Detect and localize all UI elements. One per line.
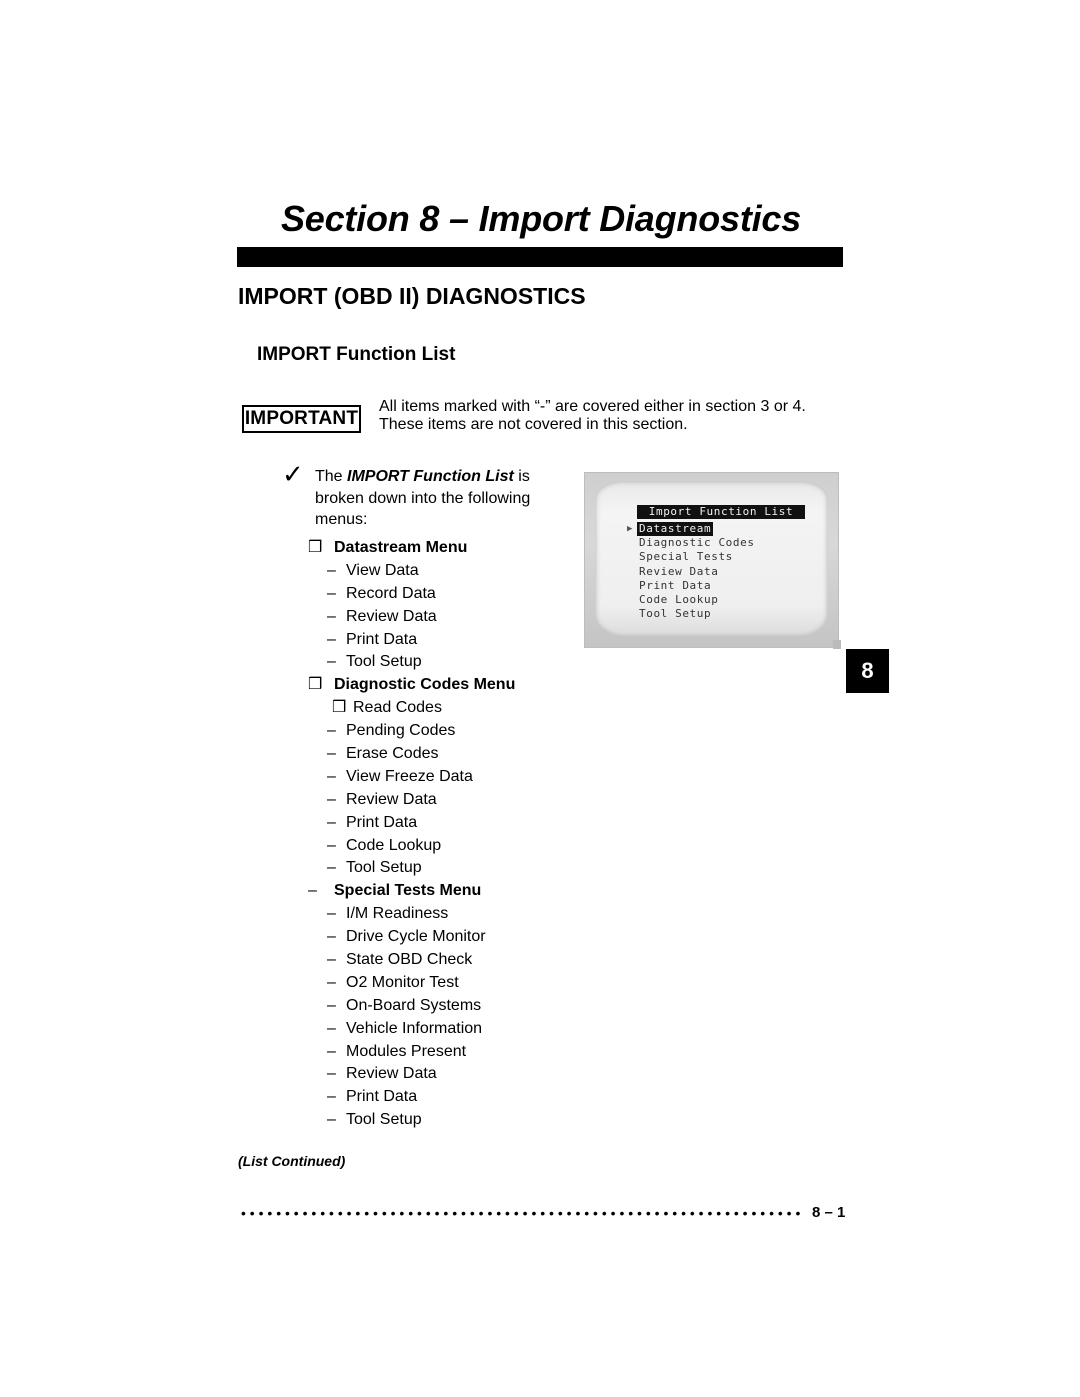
list-item-label: Code Lookup bbox=[346, 836, 442, 854]
dash-bullet-icon: – bbox=[327, 1019, 336, 1037]
dash-bullet-icon: – bbox=[327, 928, 336, 946]
dash-bullet-icon: – bbox=[327, 561, 336, 579]
list-item-label: Review Data bbox=[346, 1065, 437, 1083]
dash-bullet-icon: – bbox=[327, 767, 336, 785]
list-item-label: Tool Setup bbox=[346, 653, 422, 671]
page-number: 8 – 1 bbox=[812, 1204, 846, 1221]
list-item-label: Diagnostic Codes Menu bbox=[334, 676, 516, 694]
checkbox-bullet-icon: ❒ bbox=[308, 539, 323, 556]
list-continued-note: (List Continued) bbox=[238, 1153, 346, 1169]
list-item-label: Record Data bbox=[346, 584, 436, 602]
important-note-line-2: These items are not covered in this sect… bbox=[379, 416, 688, 433]
list-item-label: I/M Readiness bbox=[346, 905, 449, 923]
lcd-menu-item: Code Lookup bbox=[639, 593, 719, 606]
section-tab-badge: 8 bbox=[846, 649, 889, 693]
dash-bullet-icon: – bbox=[327, 1065, 336, 1083]
dash-bullet-icon: – bbox=[327, 996, 336, 1014]
list-item-label: On-Board Systems bbox=[346, 996, 482, 1014]
list-item-label: Print Data bbox=[346, 630, 418, 648]
list-item-label: Pending Codes bbox=[346, 722, 456, 740]
list-item-label: Special Tests Menu bbox=[334, 882, 482, 900]
important-note: All items marked with “-” are covered ei… bbox=[379, 398, 806, 434]
list-item-label: State OBD Check bbox=[346, 951, 473, 969]
subheading: IMPORT Function List bbox=[257, 344, 456, 365]
intro-prefix: The bbox=[315, 468, 348, 485]
dash-bullet-icon: – bbox=[327, 1042, 336, 1060]
lcd-menu-item: Review Data bbox=[639, 564, 719, 578]
lcd-menu-item: Special Tests bbox=[639, 550, 733, 564]
list-item-label: Tool Setup bbox=[346, 1111, 422, 1129]
section-title: Section 8 – Import Diagnostics bbox=[280, 198, 802, 239]
list-item-label: Erase Codes bbox=[346, 745, 439, 763]
important-badge: IMPORTANT bbox=[242, 405, 361, 433]
dash-bullet-icon: – bbox=[327, 722, 336, 740]
lcd-menu-item: Print Data bbox=[639, 578, 712, 592]
page-heading: IMPORT (OBD II) DIAGNOSTICS bbox=[238, 283, 586, 309]
dash-bullet-icon: – bbox=[327, 653, 336, 671]
intro-paragraph: The IMPORT Function List is broken down … bbox=[315, 466, 565, 531]
important-note-line-1: All items marked with “-” are covered ei… bbox=[379, 398, 806, 415]
dash-bullet-icon: – bbox=[327, 813, 336, 831]
title-rule bbox=[237, 247, 843, 267]
lcd-menu-item: Tool Setup bbox=[639, 607, 712, 621]
intro-emphasis: IMPORT Function List bbox=[347, 468, 514, 485]
list-item-label: Review Data bbox=[346, 790, 437, 808]
dash-bullet-icon: – bbox=[327, 745, 336, 763]
dash-bullet-icon: – bbox=[308, 882, 317, 900]
checkbox-bullet-icon: ❒ bbox=[332, 699, 347, 717]
dash-bullet-icon: – bbox=[327, 630, 336, 648]
tab-marker-shadow bbox=[833, 640, 841, 649]
list-item-label: Print Data bbox=[346, 1088, 418, 1106]
dash-bullet-icon: – bbox=[327, 607, 336, 625]
lcd-cursor-arrow-icon: ▶ bbox=[627, 524, 634, 534]
lcd-title: Import Function List bbox=[637, 505, 805, 519]
list-item-label: Vehicle Information bbox=[346, 1019, 483, 1037]
dash-bullet-icon: – bbox=[327, 790, 336, 808]
scan-tool-screen-image: Import Function List ▶ Datastream Diagnost… bbox=[584, 472, 839, 648]
dash-bullet-icon: – bbox=[327, 973, 336, 991]
dash-bullet-icon: – bbox=[327, 1088, 336, 1106]
dash-bullet-icon: – bbox=[327, 836, 336, 854]
dash-bullet-icon: – bbox=[327, 584, 336, 602]
checkbox-bullet-icon: ❒ bbox=[308, 676, 323, 694]
checkmark-icon: ✓ bbox=[282, 459, 304, 489]
list-item-label: Datastream Menu bbox=[334, 539, 468, 556]
list-item-label: O2 Monitor Test bbox=[346, 973, 459, 991]
list-item-label: Print Data bbox=[346, 813, 418, 831]
list-item-label: Modules Present bbox=[346, 1042, 467, 1060]
scan-tool-display-bezel: Import Function List ▶ Datastream Diagnost… bbox=[595, 481, 828, 637]
list-item-label: Read Codes bbox=[353, 699, 442, 717]
lcd-menu-item: Datastream bbox=[637, 522, 714, 536]
list-item-label: View Freeze Data bbox=[346, 767, 473, 785]
dash-bullet-icon: – bbox=[327, 1111, 336, 1129]
list-item-label: Drive Cycle Monitor bbox=[346, 928, 486, 946]
list-item-label: Review Data bbox=[346, 607, 437, 625]
footer-dot-leader: ••••••••••••••••••••••••••••••••••••••••… bbox=[241, 1205, 805, 1221]
lcd-menu-item: Diagnostic Codes bbox=[639, 536, 755, 550]
dash-bullet-icon: – bbox=[327, 905, 336, 923]
dash-bullet-icon: – bbox=[327, 859, 336, 877]
dash-bullet-icon: – bbox=[327, 951, 336, 969]
list-item-label: Tool Setup bbox=[346, 859, 422, 877]
list-item-label: View Data bbox=[346, 561, 419, 579]
